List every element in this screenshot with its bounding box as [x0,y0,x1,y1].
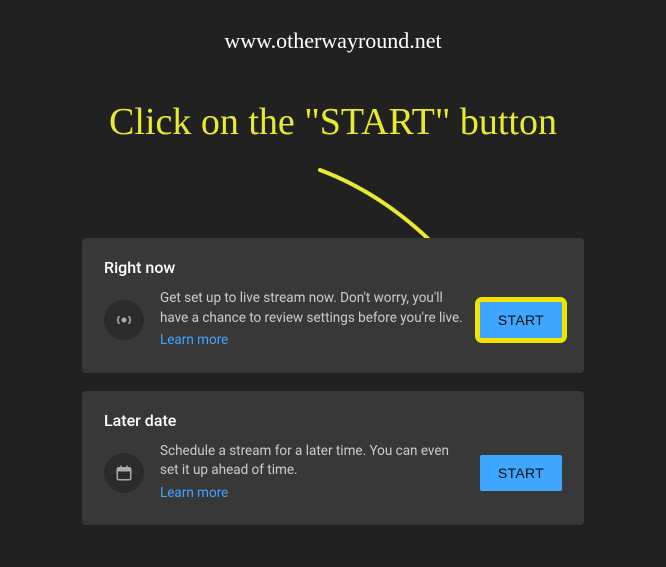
description-text: Get set up to live stream now. Don't wor… [160,290,463,326]
calendar-icon [104,453,144,493]
broadcast-icon [104,300,144,340]
card-description: Get set up to live stream now. Don't wor… [160,289,464,351]
description-text: Schedule a stream for a later time. You … [160,443,449,479]
card-title: Later date [104,411,562,430]
instruction-text: Click on the "START" button [109,100,557,144]
card-description: Schedule a stream for a later time. You … [160,442,464,504]
card-title: Right now [104,258,562,277]
start-button-later-date[interactable]: START [480,455,562,491]
start-button-right-now[interactable]: START [480,302,562,338]
learn-more-link[interactable]: Learn more [160,484,228,504]
learn-more-link[interactable]: Learn more [160,331,228,351]
watermark-text: www.otherwayround.net [224,28,441,54]
later-date-card: Later date Schedule a stream for a later… [82,391,584,526]
right-now-card: Right now Get set up to live stream now.… [82,238,584,373]
